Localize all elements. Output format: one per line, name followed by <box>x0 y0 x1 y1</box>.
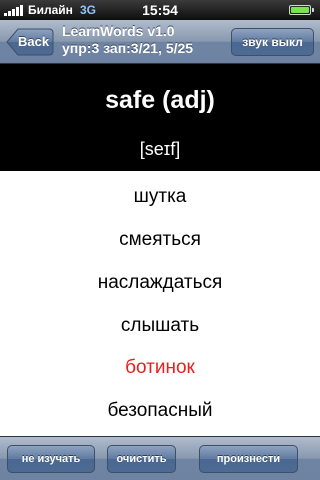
back-button[interactable]: Back <box>6 28 54 56</box>
sound-toggle-button[interactable]: звук выкл <box>231 28 314 56</box>
status-time: 15:54 <box>142 2 178 18</box>
nav-title: LearnWords v1.0 упр:3 зап:3/21, 5/25 <box>62 23 193 57</box>
skip-word-button[interactable]: не изучать <box>7 445 95 473</box>
answer-option[interactable]: безопасный <box>0 391 320 431</box>
status-bar: Билайн 3G 15:54 <box>0 0 320 20</box>
battery-icon <box>289 5 314 15</box>
app-screen: Билайн 3G 15:54 Back LearnWords v1.0 упр… <box>0 0 320 480</box>
answer-option[interactable]: смеяться <box>0 220 320 260</box>
answer-option[interactable]: ботинок <box>0 348 320 388</box>
answer-options-list: шутка смеяться наслаждаться слышать боти… <box>0 171 320 438</box>
app-title: LearnWords v1.0 <box>62 23 175 39</box>
english-word: safe (adj) <box>105 86 215 114</box>
word-transcription: [seɪf] <box>139 139 181 159</box>
battery-fill <box>291 7 309 13</box>
bottom-toolbar: не изучать очистить произнести <box>0 436 320 480</box>
progress-info: упр:3 зап:3/21, 5/25 <box>62 40 194 56</box>
speak-button[interactable]: произнести <box>199 445 298 473</box>
navigation-bar: Back LearnWords v1.0 упр:3 зап:3/21, 5/2… <box>0 20 320 64</box>
back-button-label: Back <box>18 34 50 49</box>
word-card: safe (adj) [seɪf] <box>0 64 320 171</box>
answer-option[interactable]: шутка <box>0 177 320 217</box>
clear-button[interactable]: очистить <box>107 445 176 473</box>
answer-option[interactable]: наслаждаться <box>0 263 320 303</box>
answer-option[interactable]: слышать <box>0 306 320 346</box>
